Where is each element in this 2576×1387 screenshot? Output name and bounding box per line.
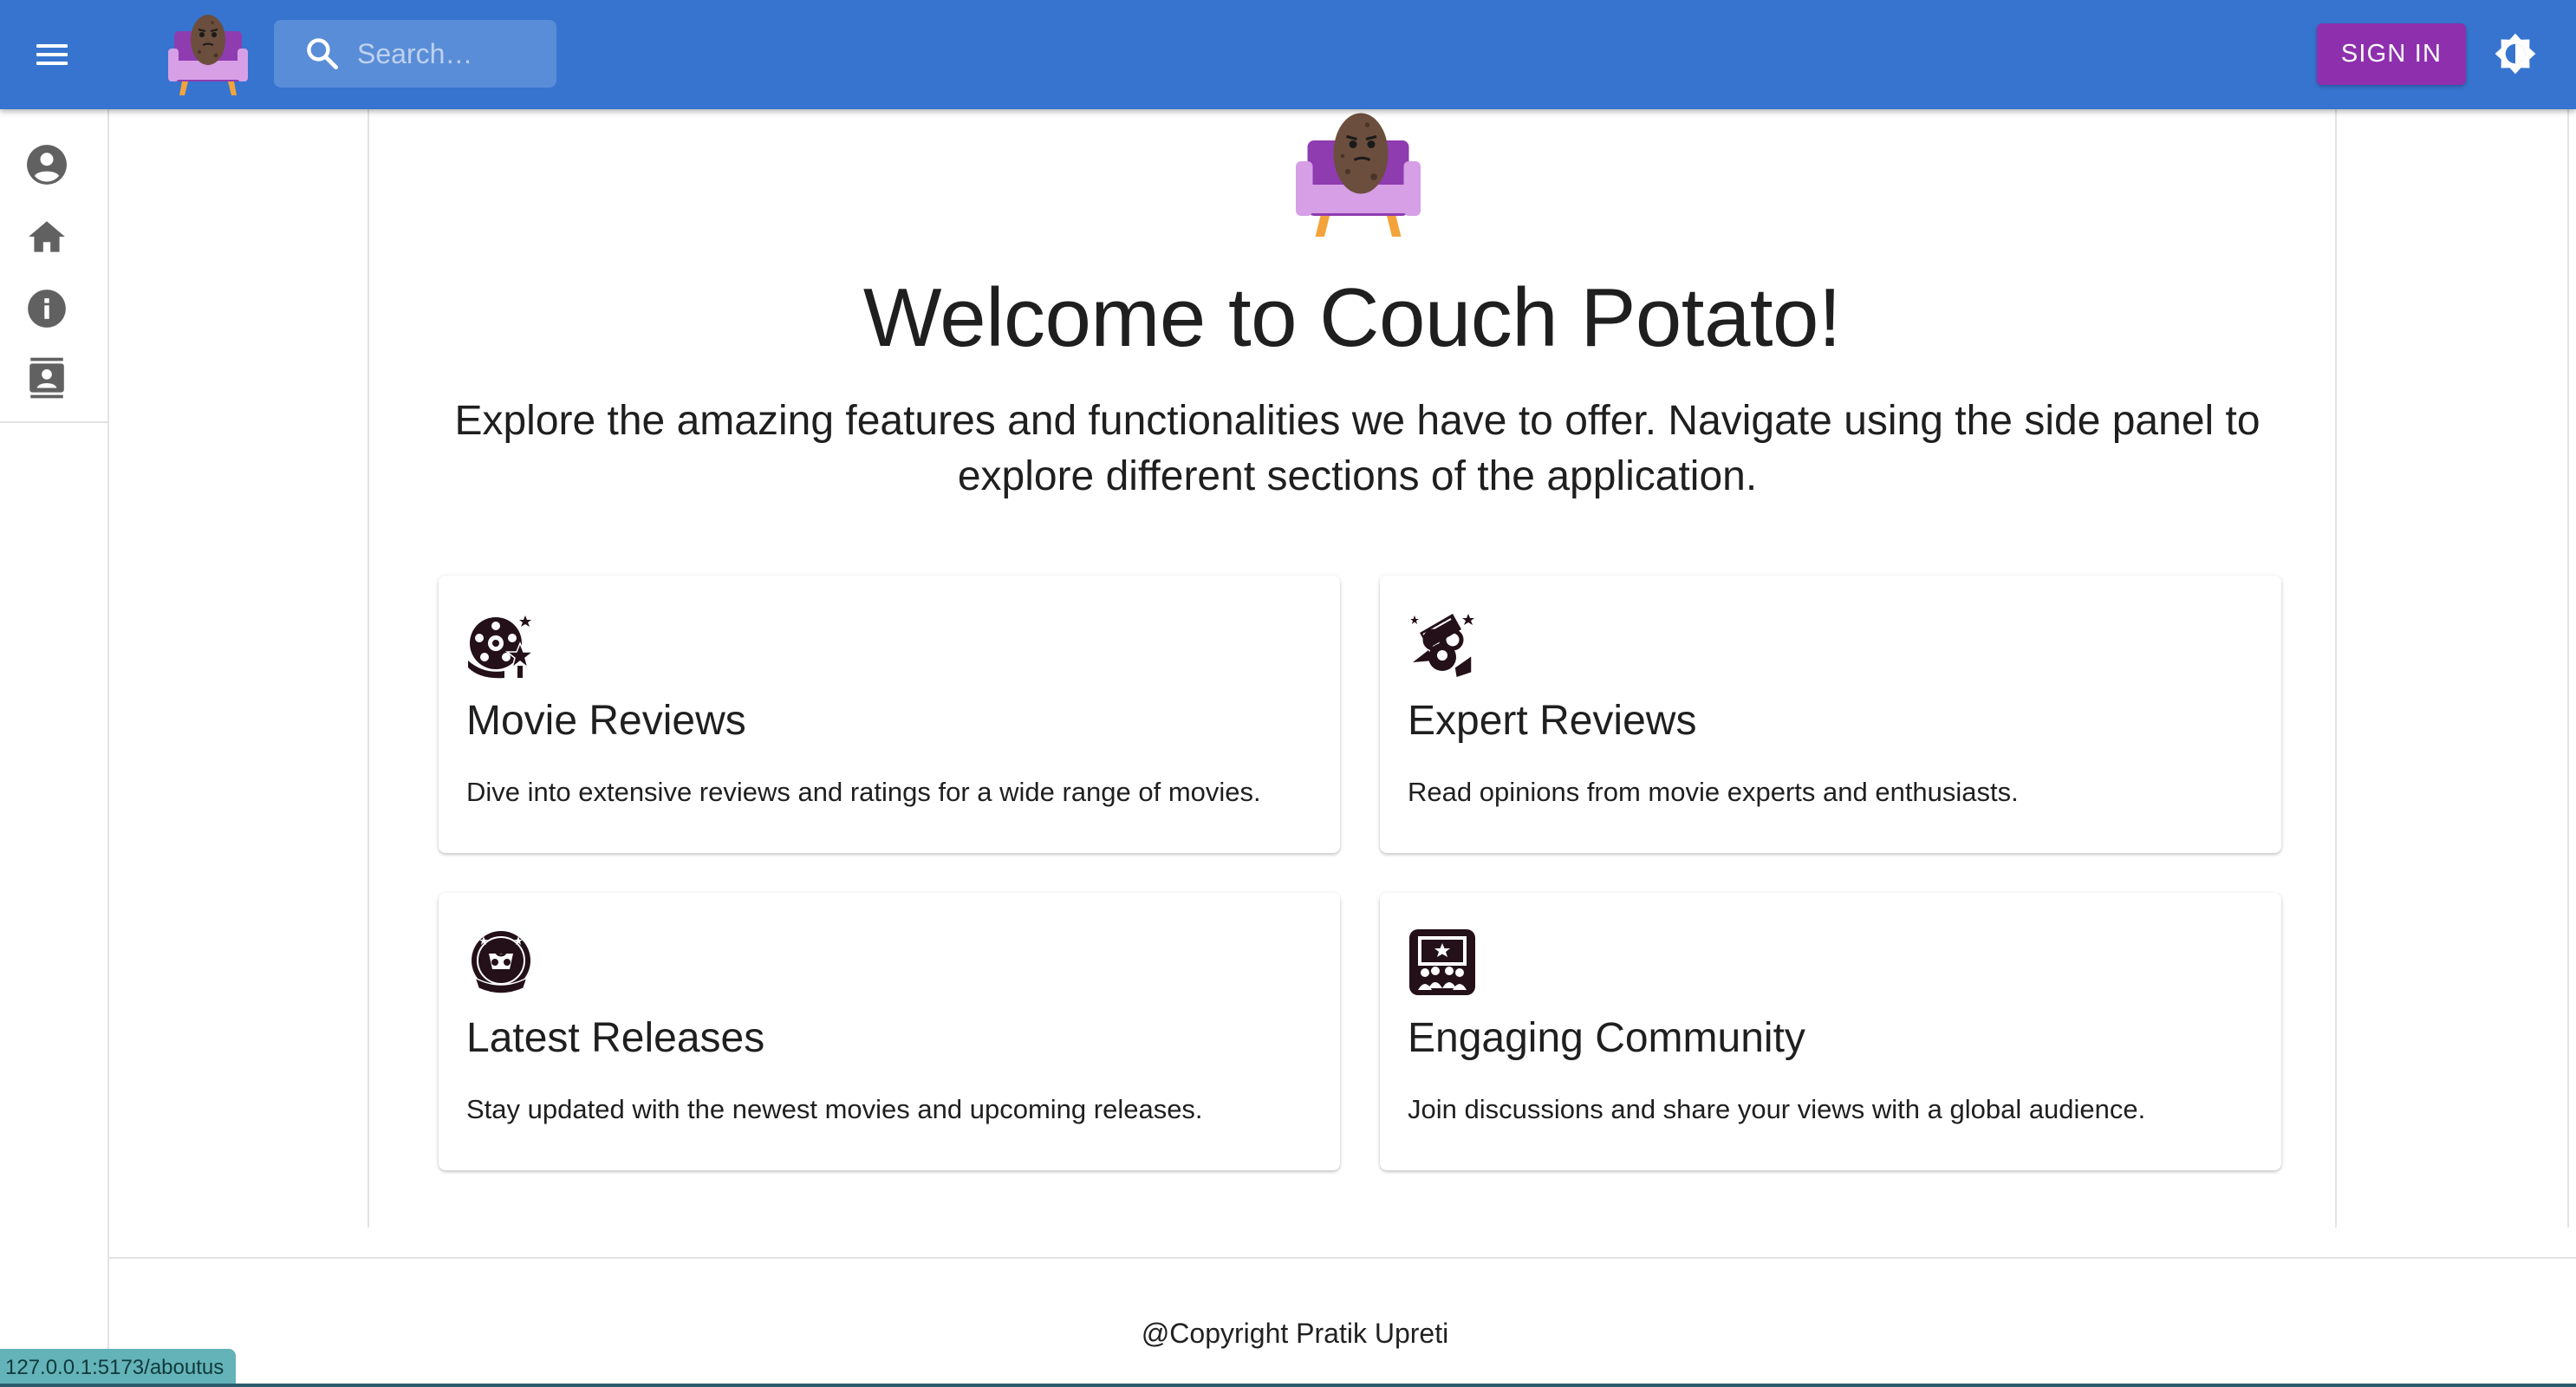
brightness-icon[interactable] <box>2493 31 2538 76</box>
feature-description: Read opinions from movie experts and ent… <box>1408 777 2019 807</box>
film-reel-star-icon <box>468 615 536 679</box>
page-title: Welcome to Couch Potato! <box>862 271 1842 364</box>
browser-status-url: 127.0.0.1:5173/aboutus <box>0 1349 237 1387</box>
sidebar-item-contact[interactable] <box>23 354 71 402</box>
search-icon <box>307 38 338 69</box>
page-subtitle: Explore the amazing features and functio… <box>454 398 2261 499</box>
feature-card-engaging-community: Engaging Community Join discussions and … <box>1380 893 2281 1170</box>
account-circle-icon <box>27 145 67 185</box>
feature-description: Join discussions and share your views wi… <box>1408 1094 2146 1124</box>
feature-description: Stay updated with the newest movies and … <box>466 1094 1203 1124</box>
main-content: Welcome to Couch Potato! Explore the ama… <box>368 109 2337 1227</box>
search-input[interactable] <box>357 28 548 80</box>
feature-title: Engaging Community <box>1408 1015 1805 1061</box>
feature-card-latest-releases: Latest Releases Stay updated with the ne… <box>439 893 1340 1170</box>
expert-glasses-icon <box>1410 614 1474 679</box>
search-bar[interactable] <box>274 20 556 88</box>
feature-card-movie-reviews: Movie Reviews Dive into extensive review… <box>439 576 1340 853</box>
audience-screen-icon <box>1409 929 1475 995</box>
sidebar-item-about[interactable] <box>23 284 71 333</box>
sign-in-button[interactable]: SIGN IN <box>2317 23 2466 85</box>
couch-potato-logo <box>1296 113 1421 237</box>
sidebar-item-home[interactable] <box>23 213 71 262</box>
copyright-text: @Copyright Pratik Upreti <box>1141 1318 1449 1349</box>
premiere-badge-icon <box>472 931 530 994</box>
feature-card-expert-reviews: Expert Reviews Read opinions from movie … <box>1380 576 2281 853</box>
side-drawer <box>0 109 109 1387</box>
hamburger-menu-icon[interactable] <box>29 36 73 74</box>
feature-title: Latest Releases <box>466 1015 765 1061</box>
info-icon <box>28 290 66 328</box>
sidebar-item-account[interactable] <box>23 140 71 189</box>
app-bar: SIGN IN <box>0 0 2576 109</box>
contact-card-icon <box>29 357 64 399</box>
feature-title: Movie Reviews <box>466 698 746 744</box>
home-icon <box>29 221 65 252</box>
feature-title: Expert Reviews <box>1408 698 1697 744</box>
feature-description: Dive into extensive reviews and ratings … <box>466 777 1261 807</box>
footer: @Copyright Pratik Upreti <box>109 1257 2576 1387</box>
couch-potato-logo[interactable] <box>165 10 251 97</box>
window-bottom-border <box>0 1384 2576 1387</box>
sidebar-list <box>0 109 107 423</box>
page-scroll-edge <box>2567 109 2576 1227</box>
